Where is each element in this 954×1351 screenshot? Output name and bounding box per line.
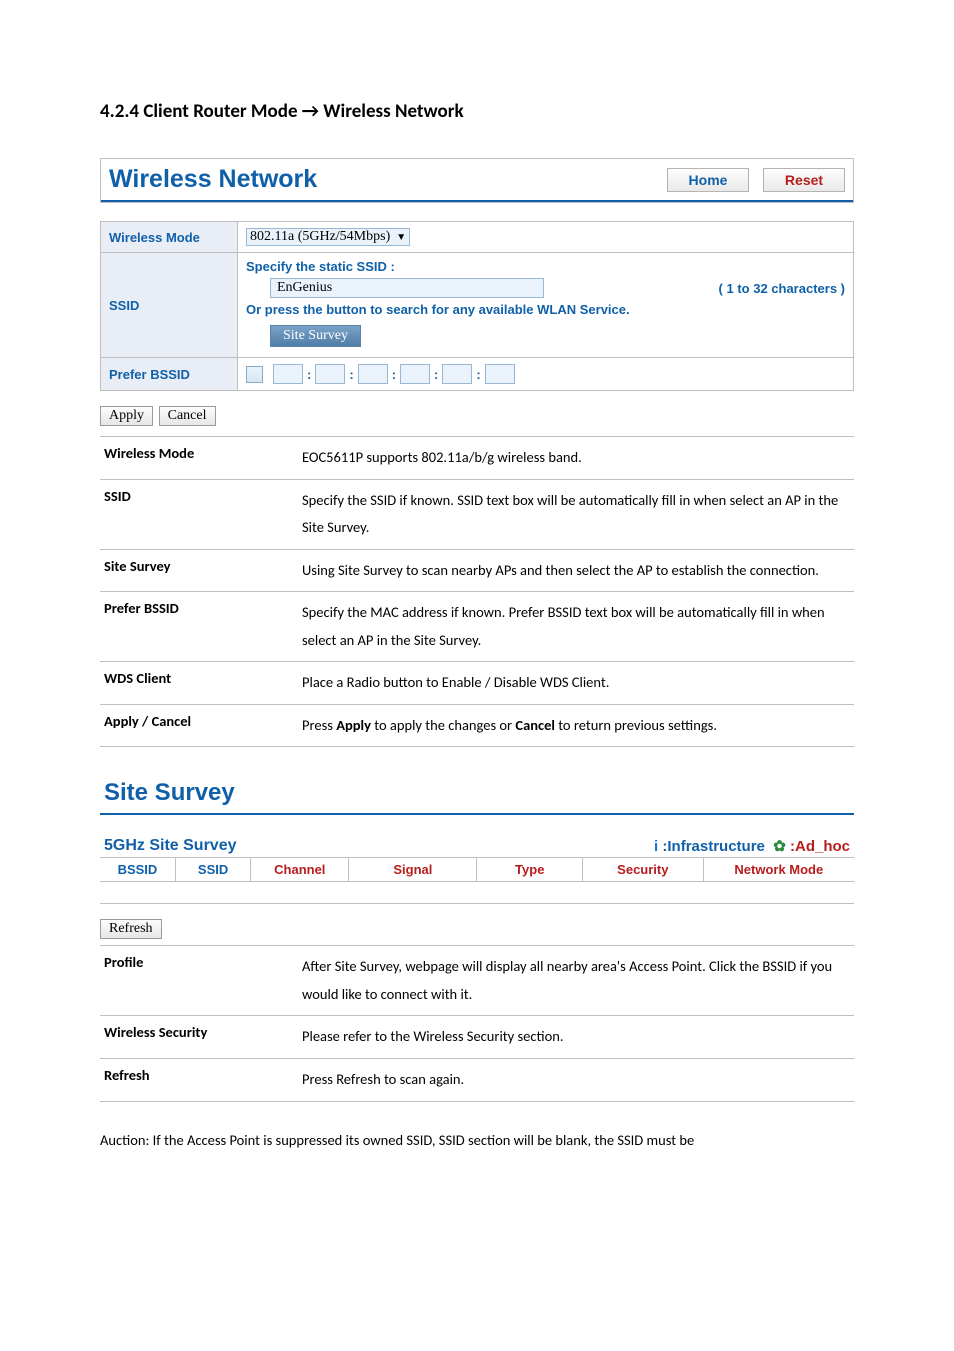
desc-key: Prefer BSSID <box>100 592 298 662</box>
desc-key: Wireless Mode <box>100 437 298 480</box>
table-row: Wireless Mode EOC5611P supports 802.11a/… <box>100 437 854 480</box>
ssid-input[interactable]: EnGenius <box>270 278 544 298</box>
table-row: Wireless Security Please refer to the Wi… <box>100 1016 854 1059</box>
desc-val: Place a Radio button to Enable / Disable… <box>298 662 854 705</box>
site-survey-legend: i :Infrastructure ✿ :Ad_hoc <box>654 837 850 855</box>
wireless-desc-table: Wireless Mode EOC5611P supports 802.11a/… <box>100 436 854 747</box>
col-bssid[interactable]: BSSID <box>100 858 175 882</box>
wireless-mode-value: 802.11a (5GHz/54Mbps) <box>250 229 390 245</box>
wireless-mode-select[interactable]: 802.11a (5GHz/54Mbps) ▼ <box>246 228 410 246</box>
ssid-caption-1: Specify the static SSID : <box>246 259 845 274</box>
desc-val: EOC5611P supports 802.11a/b/g wireless b… <box>298 437 854 480</box>
site-survey-button[interactable]: Site Survey <box>270 325 361 347</box>
bssid-octet-4[interactable] <box>400 364 430 384</box>
ssid-hint: ( 1 to 32 characters ) <box>719 281 845 296</box>
col-signal[interactable]: Signal <box>349 858 477 882</box>
col-security[interactable]: Security <box>583 858 704 882</box>
table-row: SSID Specify the SSID if known. SSID tex… <box>100 479 854 549</box>
bssid-octet-1[interactable] <box>273 364 303 384</box>
col-channel[interactable]: Channel <box>251 858 349 882</box>
trailing-note: Auction: If the Access Point is suppress… <box>100 1128 854 1153</box>
desc-val: Press Apply to apply the changes or Canc… <box>298 704 854 747</box>
refresh-button[interactable]: Refresh <box>100 919 162 939</box>
desc-key: Wireless Security <box>100 1016 298 1059</box>
ssid-caption-2: Or press the button to search for any av… <box>246 302 845 317</box>
wireless-form-table: Wireless Mode 802.11a (5GHz/54Mbps) ▼ SS… <box>100 221 854 391</box>
desc-key: SSID <box>100 479 298 549</box>
panel-title: Wireless Network <box>107 165 653 194</box>
table-row: Profile After Site Survey, webpage will … <box>100 946 854 1016</box>
bssid-octet-2[interactable] <box>315 364 345 384</box>
desc-val: Specify the MAC address if known. Prefer… <box>298 592 854 662</box>
site-survey-panel: Site Survey 5GHz Site Survey i :Infrastr… <box>100 775 854 939</box>
wireless-mode-label: Wireless Mode <box>101 222 238 253</box>
table-row: Refresh Press Refresh to scan again. <box>100 1059 854 1102</box>
apply-button[interactable]: Apply <box>100 406 153 426</box>
desc-val: After Site Survey, webpage will display … <box>298 946 854 1016</box>
section-heading: 4.2.4 Client Router Mode → Wireless Netw… <box>100 100 854 123</box>
home-button[interactable]: Home <box>667 168 749 192</box>
table-row: Prefer BSSID Specify the MAC address if … <box>100 592 854 662</box>
infrastructure-icon: i <box>654 838 658 855</box>
table-row: Apply / Cancel Press Apply to apply the … <box>100 704 854 747</box>
desc-key: WDS Client <box>100 662 298 705</box>
chevron-down-icon: ▼ <box>396 232 406 243</box>
desc-val: Please refer to the Wireless Security se… <box>298 1016 854 1059</box>
col-ssid[interactable]: SSID <box>175 858 250 882</box>
site-survey-subtitle: 5GHz Site Survey <box>104 837 237 855</box>
desc-key: Profile <box>100 946 298 1016</box>
site-survey-desc-table: Profile After Site Survey, webpage will … <box>100 945 854 1101</box>
site-survey-title: Site Survey <box>104 779 235 806</box>
table-row: Site Survey Using Site Survey to scan ne… <box>100 549 854 592</box>
desc-val: Press Refresh to scan again. <box>298 1059 854 1102</box>
wireless-network-panel: Wireless Network Home Reset <box>100 158 854 203</box>
prefer-bssid-label: Prefer BSSID <box>101 358 238 391</box>
bssid-octet-6[interactable] <box>485 364 515 384</box>
desc-key: Apply / Cancel <box>100 704 298 747</box>
desc-val: Specify the SSID if known. SSID text box… <box>298 479 854 549</box>
col-network-mode[interactable]: Network Mode <box>703 858 854 882</box>
ssid-label: SSID <box>101 253 238 358</box>
col-type[interactable]: Type <box>477 858 583 882</box>
cancel-button[interactable]: Cancel <box>159 406 216 426</box>
table-row: WDS Client Place a Radio button to Enabl… <box>100 662 854 705</box>
bssid-octet-5[interactable] <box>442 364 472 384</box>
site-survey-results-table: BSSID SSID Channel Signal Type Security … <box>100 857 854 904</box>
prefer-bssid-checkbox[interactable] <box>246 366 263 383</box>
desc-key: Site Survey <box>100 549 298 592</box>
reset-button[interactable]: Reset <box>763 168 845 192</box>
desc-key: Refresh <box>100 1059 298 1102</box>
bssid-octet-3[interactable] <box>358 364 388 384</box>
desc-val: Using Site Survey to scan nearby APs and… <box>298 549 854 592</box>
adhoc-icon: ✿ <box>773 838 786 855</box>
